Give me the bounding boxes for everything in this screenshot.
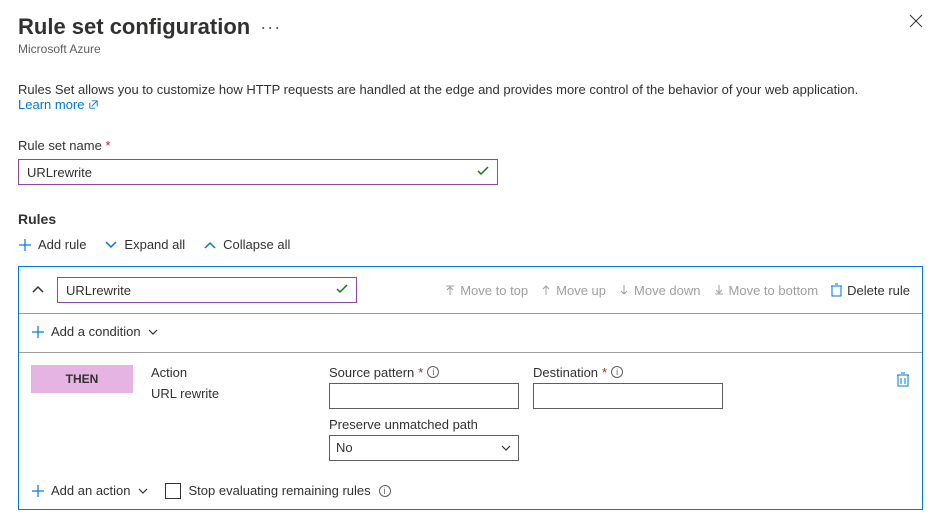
- delete-rule-button[interactable]: Delete rule: [830, 283, 910, 298]
- chevron-down-icon: [137, 485, 149, 497]
- trash-icon: [830, 283, 843, 297]
- move-to-top-button: Move to top: [444, 283, 528, 298]
- collapse-all-button[interactable]: Collapse all: [203, 237, 290, 252]
- info-icon[interactable]: i: [427, 366, 439, 378]
- learn-more-link[interactable]: Learn more: [18, 97, 99, 112]
- plus-icon: [18, 238, 32, 252]
- page-subtitle: Microsoft Azure: [18, 42, 281, 56]
- info-icon[interactable]: i: [379, 485, 391, 497]
- info-icon[interactable]: i: [611, 366, 623, 378]
- rules-heading: Rules: [18, 211, 923, 227]
- arrow-up-icon: [540, 284, 552, 296]
- rule-name-input[interactable]: [57, 277, 357, 303]
- check-icon: [476, 164, 490, 181]
- plus-icon: [31, 325, 45, 339]
- source-pattern-label: Source pattern * i: [329, 365, 519, 380]
- arrow-up-top-icon: [444, 284, 456, 296]
- stop-evaluating-checkbox[interactable]: [165, 483, 181, 499]
- plus-icon: [31, 484, 45, 498]
- preserve-label: Preserve unmatched path: [329, 417, 519, 432]
- external-link-icon: [88, 99, 99, 110]
- source-pattern-input[interactable]: [329, 383, 519, 409]
- rule-container: Move to top Move up Move down Move to bo…: [18, 266, 923, 510]
- destination-input[interactable]: [533, 383, 723, 409]
- chevron-up-icon: [31, 282, 45, 296]
- action-value: URL rewrite: [151, 386, 311, 401]
- destination-label: Destination * i: [533, 365, 723, 380]
- rule-set-name-input[interactable]: [18, 159, 498, 185]
- expand-all-button[interactable]: Expand all: [104, 237, 185, 252]
- close-icon[interactable]: [909, 14, 923, 33]
- move-to-bottom-button: Move to bottom: [713, 283, 819, 298]
- intro-text: Rules Set allows you to customize how HT…: [18, 82, 858, 97]
- chevron-down-icon: [104, 238, 118, 252]
- collapse-rule-button[interactable]: [31, 282, 45, 299]
- add-rule-button[interactable]: Add rule: [18, 237, 86, 252]
- check-icon: [335, 282, 349, 299]
- more-icon[interactable]: ···: [260, 17, 281, 38]
- chevron-down-icon: [147, 326, 159, 338]
- trash-icon: [896, 371, 910, 387]
- stop-evaluating-label: Stop evaluating remaining rules: [189, 483, 371, 498]
- add-action-button[interactable]: Add an action: [31, 483, 149, 498]
- arrow-down-bottom-icon: [713, 284, 725, 296]
- delete-action-button[interactable]: [896, 371, 910, 390]
- action-label: Action: [151, 365, 311, 380]
- page-title: Rule set configuration: [18, 14, 250, 40]
- move-down-button: Move down: [618, 283, 700, 298]
- preserve-select[interactable]: No: [329, 435, 519, 461]
- then-badge: THEN: [31, 365, 133, 393]
- add-condition-button[interactable]: Add a condition: [31, 324, 159, 339]
- chevron-up-icon: [203, 238, 217, 252]
- move-up-button: Move up: [540, 283, 606, 298]
- rule-set-name-label: Rule set name *: [18, 138, 923, 153]
- chevron-down-icon: [500, 442, 512, 457]
- arrow-down-icon: [618, 284, 630, 296]
